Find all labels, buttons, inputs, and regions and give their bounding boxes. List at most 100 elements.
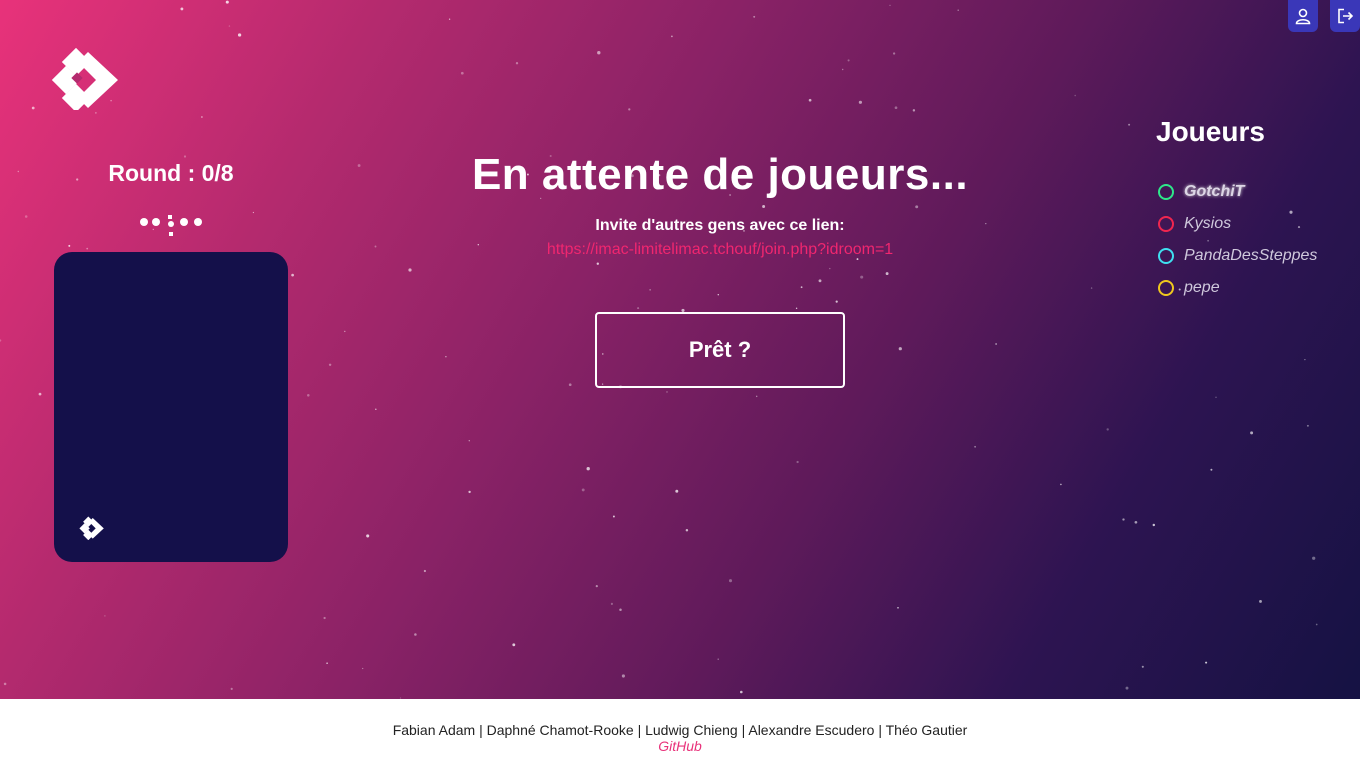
star — [1122, 518, 1125, 521]
star — [38, 392, 42, 396]
star — [619, 608, 622, 611]
star — [460, 71, 464, 75]
player-item: PandaDesSteppes — [1158, 240, 1317, 272]
logout-icon — [1338, 8, 1354, 24]
star — [1128, 123, 1131, 126]
star — [1152, 523, 1156, 527]
star — [1315, 623, 1318, 626]
star — [408, 268, 412, 272]
star — [252, 211, 255, 214]
star — [717, 658, 719, 660]
github-link[interactable]: GitHub — [0, 738, 1360, 754]
star — [17, 170, 20, 173]
star — [291, 273, 294, 277]
card-back — [54, 252, 288, 562]
player-name: PandaDesSteppes — [1184, 247, 1318, 264]
ready-button[interactable]: Prêt ? — [595, 312, 845, 388]
star — [1060, 483, 1062, 486]
invite-text: Invite d'autres gens avec ce lien: — [595, 217, 845, 234]
star — [728, 579, 733, 583]
star — [0, 339, 2, 342]
star — [512, 643, 516, 647]
star — [86, 247, 89, 250]
card-logo-icon — [79, 516, 104, 540]
star — [1125, 686, 1129, 690]
star — [180, 7, 184, 11]
invite-link[interactable]: https://imac-limitelimac.tchouf/join.php… — [360, 241, 1080, 259]
star — [897, 606, 899, 609]
star — [95, 112, 97, 114]
star — [31, 106, 35, 110]
star — [755, 395, 758, 398]
star — [717, 293, 720, 296]
player-status-icon — [1158, 184, 1174, 200]
star — [995, 343, 997, 345]
star — [3, 682, 7, 686]
star — [795, 307, 798, 309]
star — [328, 363, 332, 367]
star — [915, 205, 919, 209]
star — [800, 286, 803, 289]
logout-button[interactable] — [1330, 0, 1360, 32]
star — [1106, 428, 1109, 431]
star — [362, 667, 364, 670]
star — [1259, 599, 1262, 603]
star — [448, 18, 451, 20]
game-background: Round : 0/8 En attente de joueurs... Inv… — [0, 0, 1360, 699]
star — [228, 25, 231, 27]
star — [1074, 94, 1076, 97]
star — [612, 515, 615, 518]
star — [1205, 661, 1208, 664]
star — [649, 289, 651, 291]
star — [753, 15, 756, 18]
star — [1134, 520, 1138, 524]
star — [974, 445, 976, 448]
star — [445, 356, 447, 358]
loading-dots-icon — [140, 215, 202, 236]
profile-button[interactable] — [1288, 0, 1318, 32]
star — [610, 602, 613, 605]
players-title: Joueurs — [1156, 116, 1265, 147]
star — [201, 116, 203, 118]
star — [183, 155, 187, 158]
player-name: pepe — [1184, 279, 1220, 296]
star — [344, 330, 346, 333]
user-icon — [1295, 8, 1311, 25]
star — [323, 616, 326, 620]
star — [581, 488, 585, 492]
star — [957, 9, 959, 11]
star — [586, 467, 590, 471]
star — [230, 687, 233, 690]
star — [637, 307, 640, 310]
star — [666, 391, 668, 393]
star — [1304, 358, 1306, 361]
player-name: Kysios — [1184, 215, 1232, 232]
app-logo — [51, 48, 118, 110]
star — [225, 0, 229, 4]
player-item: GotchiT — [1158, 176, 1317, 208]
star — [670, 35, 673, 38]
star — [597, 51, 601, 55]
star — [685, 528, 689, 532]
star — [889, 4, 891, 7]
star — [468, 490, 471, 494]
page-title: En attente de joueurs... — [471, 150, 969, 199]
star — [237, 33, 242, 37]
star — [818, 279, 822, 283]
star — [326, 662, 328, 665]
star — [1250, 431, 1254, 435]
star — [860, 275, 864, 279]
star — [894, 106, 898, 110]
star — [1210, 468, 1213, 471]
star — [858, 100, 863, 104]
star — [885, 272, 889, 276]
star — [762, 205, 766, 208]
star — [912, 109, 916, 112]
star — [740, 690, 743, 694]
star — [468, 440, 470, 442]
star — [835, 300, 838, 303]
star — [628, 108, 631, 111]
player-item: Kysios — [1158, 208, 1317, 240]
star — [892, 52, 896, 55]
star — [1306, 424, 1309, 427]
